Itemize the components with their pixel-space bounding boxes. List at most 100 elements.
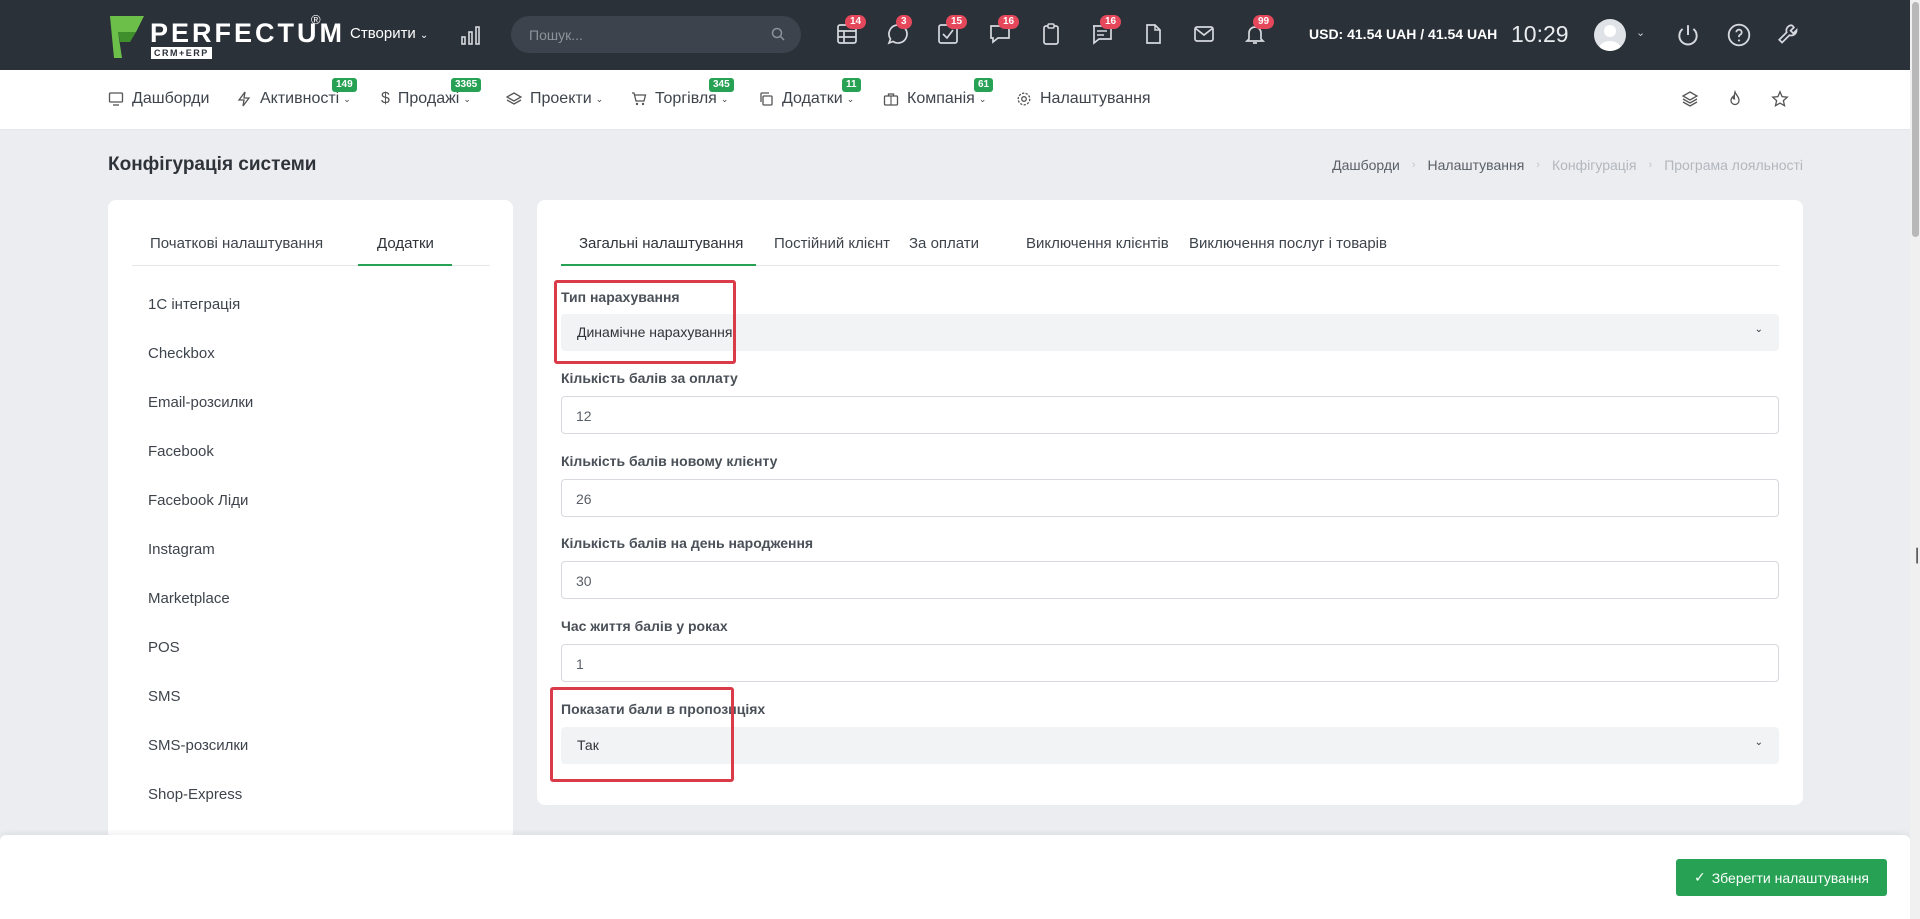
- logo[interactable]: PERFECTUM ® CRM+ERP: [108, 12, 342, 62]
- points-birthday-input[interactable]: 30: [561, 561, 1779, 599]
- notification-badge: 16: [998, 15, 1020, 29]
- search-box[interactable]: [511, 16, 801, 53]
- top-bar: PERFECTUM ® CRM+ERP Створити⌄ 14 3 15 16: [0, 0, 1910, 70]
- power-icon[interactable]: [1675, 22, 1701, 48]
- nav-item-label: Активності: [260, 90, 340, 107]
- tab-regular-client[interactable]: Постійний клієнт: [774, 235, 890, 252]
- avatar[interactable]: [1594, 19, 1626, 51]
- dollar-icon: $: [381, 90, 390, 107]
- breadcrumb: Дашборди › Налаштування › Конфігурація ›…: [1332, 157, 1803, 173]
- star-icon[interactable]: [1771, 90, 1789, 108]
- cart-icon: [632, 92, 647, 106]
- layers-icon[interactable]: [1681, 90, 1699, 108]
- chevron-down-icon: ⌄: [978, 93, 987, 104]
- nav-item-addons[interactable]: Додатки ⌄ 11: [758, 78, 861, 108]
- points-new-client-value: 26: [576, 491, 592, 507]
- logo-mark-icon: [110, 16, 144, 58]
- chevron-down-icon: ⌄: [720, 93, 729, 104]
- sidebar-item[interactable]: SMS: [148, 688, 181, 705]
- help-icon[interactable]: [1726, 22, 1752, 48]
- points-lifetime-label: Час життя балів у роках: [561, 618, 728, 634]
- file-icon[interactable]: [1141, 22, 1167, 48]
- chevron-down-icon[interactable]: ⌄: [1636, 26, 1645, 39]
- nav-item-activities[interactable]: Активності ⌄ 149: [236, 78, 357, 108]
- nav-item-settings[interactable]: Налаштування: [1016, 90, 1151, 108]
- clock: 10:29: [1511, 21, 1569, 47]
- points-payment-input[interactable]: 12: [561, 396, 1779, 434]
- sidebar-item[interactable]: Instagram: [148, 541, 215, 558]
- chevron-down-icon: ⌄: [1754, 737, 1763, 748]
- bar-chart-icon[interactable]: [460, 24, 482, 46]
- tab-initial-settings[interactable]: Початкові налаштування: [150, 235, 323, 252]
- messages-icon[interactable]: 16: [988, 15, 1020, 48]
- count-badge: 11: [842, 78, 861, 92]
- task-list-icon[interactable]: 14: [835, 15, 867, 48]
- create-button[interactable]: Створити ⌄: [350, 25, 428, 42]
- sidebar-item[interactable]: Checkbox: [148, 345, 215, 362]
- chevron-down-icon: ⌄: [1754, 324, 1763, 335]
- count-badge: 3365: [451, 78, 482, 92]
- scrollbar-thumb[interactable]: [1912, 2, 1919, 237]
- points-birthday-label: Кількість балів на день народження: [561, 535, 814, 551]
- sidebar-item[interactable]: Shop-Express: [148, 786, 242, 803]
- points-payment-value: 12: [576, 408, 592, 424]
- sidebar-item[interactable]: 1С інтеграція: [148, 296, 240, 313]
- tab-client-exclusions[interactable]: Виключення клієнтів: [1026, 235, 1169, 252]
- sidebar-item[interactable]: SMS-розсилки: [148, 737, 248, 754]
- notification-badge: 99: [1253, 15, 1275, 29]
- monitor-icon: [108, 92, 124, 106]
- fire-icon[interactable]: [1726, 90, 1744, 108]
- chat-bubble-icon[interactable]: 3: [886, 15, 912, 48]
- sidebar-item[interactable]: Facebook Ліди: [148, 492, 248, 509]
- page-title: Конфігурація системи: [108, 154, 317, 175]
- breadcrumb-item-current: Програма лояльності: [1664, 157, 1803, 173]
- sidebar-item[interactable]: Email-розсилки: [148, 394, 253, 411]
- clipboard-icon[interactable]: [1039, 22, 1065, 48]
- check-icon: ✓: [1693, 869, 1706, 885]
- nav-item-label: Додатки: [782, 90, 843, 107]
- points-new-client-input[interactable]: 26: [561, 479, 1779, 517]
- search-input[interactable]: [529, 25, 759, 44]
- nav-item-projects[interactable]: Проекти ⌄: [506, 90, 603, 108]
- text-cursor-icon: ∣: [1913, 547, 1920, 564]
- nav-bar: Дашборди Активності ⌄ 149 $ Продажі ⌄ 3365…: [0, 70, 1910, 130]
- tab-general-settings[interactable]: Загальні налаштування: [579, 235, 743, 252]
- nav-item-label: Компанія: [907, 90, 975, 107]
- count-badge: 61: [974, 78, 994, 92]
- accrual-type-select[interactable]: Динамічне нарахування ⌄: [561, 314, 1779, 351]
- show-points-select[interactable]: Так ⌄: [561, 727, 1779, 764]
- chevron-down-icon: ⌄: [595, 93, 604, 104]
- tab-product-exclusions[interactable]: Виключення послуг і товарів: [1189, 235, 1387, 252]
- checkbox-icon[interactable]: 15: [936, 15, 968, 48]
- nav-item-dashboards[interactable]: Дашборди: [108, 90, 209, 108]
- breadcrumb-item[interactable]: Дашборди: [1332, 157, 1400, 173]
- layers-icon: [506, 92, 522, 105]
- tab-addons[interactable]: Додатки: [377, 235, 434, 252]
- nav-item-sales[interactable]: $ Продажі ⌄ 3365: [381, 78, 482, 108]
- active-tab-indicator: [561, 264, 756, 266]
- nav-item-company[interactable]: Компанія ⌄ 61: [883, 78, 994, 108]
- notes-icon[interactable]: 16: [1090, 15, 1122, 48]
- nav-item-label: Торгівля: [655, 90, 717, 107]
- save-settings-label: Зберегти налаштування: [1711, 869, 1870, 886]
- notification-badge: 16: [1100, 15, 1122, 29]
- points-birthday-value: 30: [576, 573, 592, 589]
- nav-item-trade[interactable]: Торгівля ⌄ 345: [631, 78, 734, 108]
- sidebar-item[interactable]: Facebook: [148, 443, 214, 460]
- brand-reg-mark: ®: [311, 12, 321, 27]
- mail-icon[interactable]: [1192, 22, 1218, 48]
- search-icon[interactable]: [771, 27, 785, 41]
- points-lifetime-input[interactable]: 1: [561, 644, 1779, 682]
- points-lifetime-value: 1: [576, 656, 584, 672]
- save-settings-button[interactable]: ✓ Зберегти налаштування: [1676, 859, 1887, 896]
- wrench-icon[interactable]: [1776, 22, 1802, 48]
- highlight-box: [554, 280, 736, 364]
- breadcrumb-item[interactable]: Конфігурація: [1552, 157, 1637, 173]
- bell-icon[interactable]: 99: [1243, 15, 1275, 48]
- settings-card: Загальні налаштування Постійний клієнт З…: [537, 200, 1803, 805]
- breadcrumb-item[interactable]: Налаштування: [1428, 157, 1525, 173]
- sidebar-item[interactable]: Marketplace: [148, 590, 230, 607]
- sidebar-card: Початкові налаштування Додатки 1С інтегр…: [108, 200, 513, 840]
- tab-for-payment[interactable]: За оплати: [909, 235, 979, 252]
- sidebar-item[interactable]: POS: [148, 639, 180, 656]
